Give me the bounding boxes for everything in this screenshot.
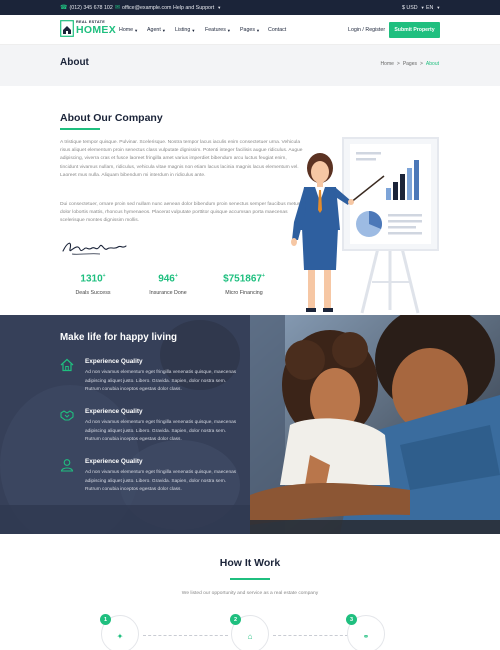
stat-suffix: + [262,273,265,279]
step-number-badge: 2 [230,614,241,625]
nav-label: Home [119,27,134,33]
stat-value: 946 [158,273,175,285]
chevron-down-icon: ▼ [436,5,441,10]
main-header: REAL ESTATE HOMEX Home ▼ Agent ▼ Listing ▼ … [0,15,500,45]
nav-agent[interactable]: Agent ▼ [147,15,166,45]
phone-contact[interactable]: ☎ (012) 345 678 102 [60,0,113,15]
key-icon: ⚭ [362,632,370,641]
stat-suffix: + [174,273,178,279]
stat-micro-financing: $751867+ Micro Financing [209,273,279,296]
page-title-bar: About Home > Pages > About [0,45,500,86]
step-number-badge: 1 [100,614,111,625]
breadcrumb-home[interactable]: Home [381,61,394,67]
nav-label: Contact [268,27,287,33]
chevron-down-icon: ▼ [161,27,166,33]
house-outline-icon [60,358,74,372]
happy-living-section: Make life for happy living Experience Qu… [0,315,500,534]
stat-label: Insurance Done [149,290,187,297]
breadcrumb: Home > Pages > About [381,61,439,67]
chevron-down-icon: ▼ [256,27,260,33]
help-label: Help and Support [173,4,215,11]
feature-text: Ad non vivamus elementum eget fringilla … [85,370,237,392]
user-icon [60,459,74,472]
step-connector [273,635,348,636]
feature-item: Experience Quality Ad non vivamus elemen… [60,458,240,504]
email-address: office@example.com [122,4,172,11]
feature-text: Ad non vivamus elementum eget fringilla … [85,470,237,492]
breadcrumb-separator: > [396,61,400,67]
stat-deals-success: 1310+ Deals Success [58,273,128,296]
stat-value: $751867 [223,273,262,285]
couple-photo [250,315,500,534]
phone-icon: ☎ [60,5,68,11]
login-register-link[interactable]: Login / Register [348,15,385,45]
stat-label: Micro Financing [225,290,263,297]
email-contact[interactable]: ✉ office@example.com [115,0,171,15]
chevron-down-icon: ▼ [134,27,139,33]
feature-heading: Experience Quality [85,408,143,415]
nav-pages[interactable]: Pages ▼ [240,15,260,45]
currency-dropdown[interactable]: $ USD ▼ [402,0,425,15]
about-paragraph-2: Dui consectetuer, ornare proin sed nulla… [60,202,301,224]
nav-label: Listing [175,27,191,33]
stat-suffix: + [102,273,106,279]
logo-name: HOMEX [76,24,117,36]
nav-features[interactable]: Features ▼ [205,15,231,45]
how-it-work-heading: How It Work [219,557,281,569]
envelope-icon: ✉ [115,5,121,11]
submit-property-button[interactable]: Submit Property [389,22,440,38]
top-bar: ☎ (012) 345 678 102 ✉ office@example.com… [0,0,500,15]
page-title: About [60,57,89,68]
nav-contact[interactable]: Contact [268,15,286,45]
step-number-badge: 3 [346,614,357,625]
happy-living-panel: Make life for happy living Experience Qu… [0,315,250,534]
feature-item: Experience Quality Ad non vivamus elemen… [60,408,240,454]
breadcrumb-current: About [425,61,439,67]
help-dropdown[interactable]: Help and Support ▼ [173,0,221,15]
heading-underline [60,128,100,130]
house-search-icon: ⌂ [247,632,253,641]
nav-home[interactable]: Home ▼ [119,15,138,45]
nav-label: Features [205,27,226,33]
about-heading: About Our Company [60,112,163,124]
breadcrumb-pages[interactable]: Pages [403,61,417,67]
how-it-work-subtitle: We listed our opportunity and service as… [181,591,319,596]
section-title: Make life for happy living [60,332,178,343]
site-logo[interactable]: REAL ESTATE HOMEX [60,19,116,41]
stat-label: Deals Success [75,290,111,297]
signature-image [62,242,127,255]
about-paragraph-1: A tristique tempor quisque. Pulvinar. Sc… [60,140,303,178]
nav-listing[interactable]: Listing ▼ [175,15,195,45]
language-dropdown[interactable]: EN ▼ [426,0,440,15]
heading-underline [230,578,270,580]
chevron-down-icon: ▼ [191,27,196,33]
presenter-illustration [291,137,439,314]
step-connector [143,635,228,636]
house-logo-icon [60,20,74,37]
breadcrumb-separator: > [420,61,423,67]
chevron-down-icon: ▼ [420,5,425,10]
handshake-icon [60,410,74,421]
login-label: Login / Register [348,27,386,33]
chevron-down-icon: ▼ [226,27,231,33]
feature-heading: Experience Quality [85,458,143,465]
stat-value: 1310 [80,273,103,285]
stat-insurance-done: 946+ Insurance Done [133,273,203,296]
phone-number: (012) 345 678 102 [69,4,113,11]
handshake-icon: ✦ [116,632,124,641]
feature-item: Experience Quality Ad non vivamus elemen… [60,358,240,404]
feature-text: Ad non vivamus elementum eget fringilla … [85,420,237,442]
feature-heading: Experience Quality [85,358,143,365]
currency-label: $ USD [402,4,418,11]
nav-label: Agent [147,27,161,33]
nav-label: Pages [240,27,256,33]
chevron-down-icon: ▼ [217,5,222,10]
language-label: EN [426,4,434,11]
